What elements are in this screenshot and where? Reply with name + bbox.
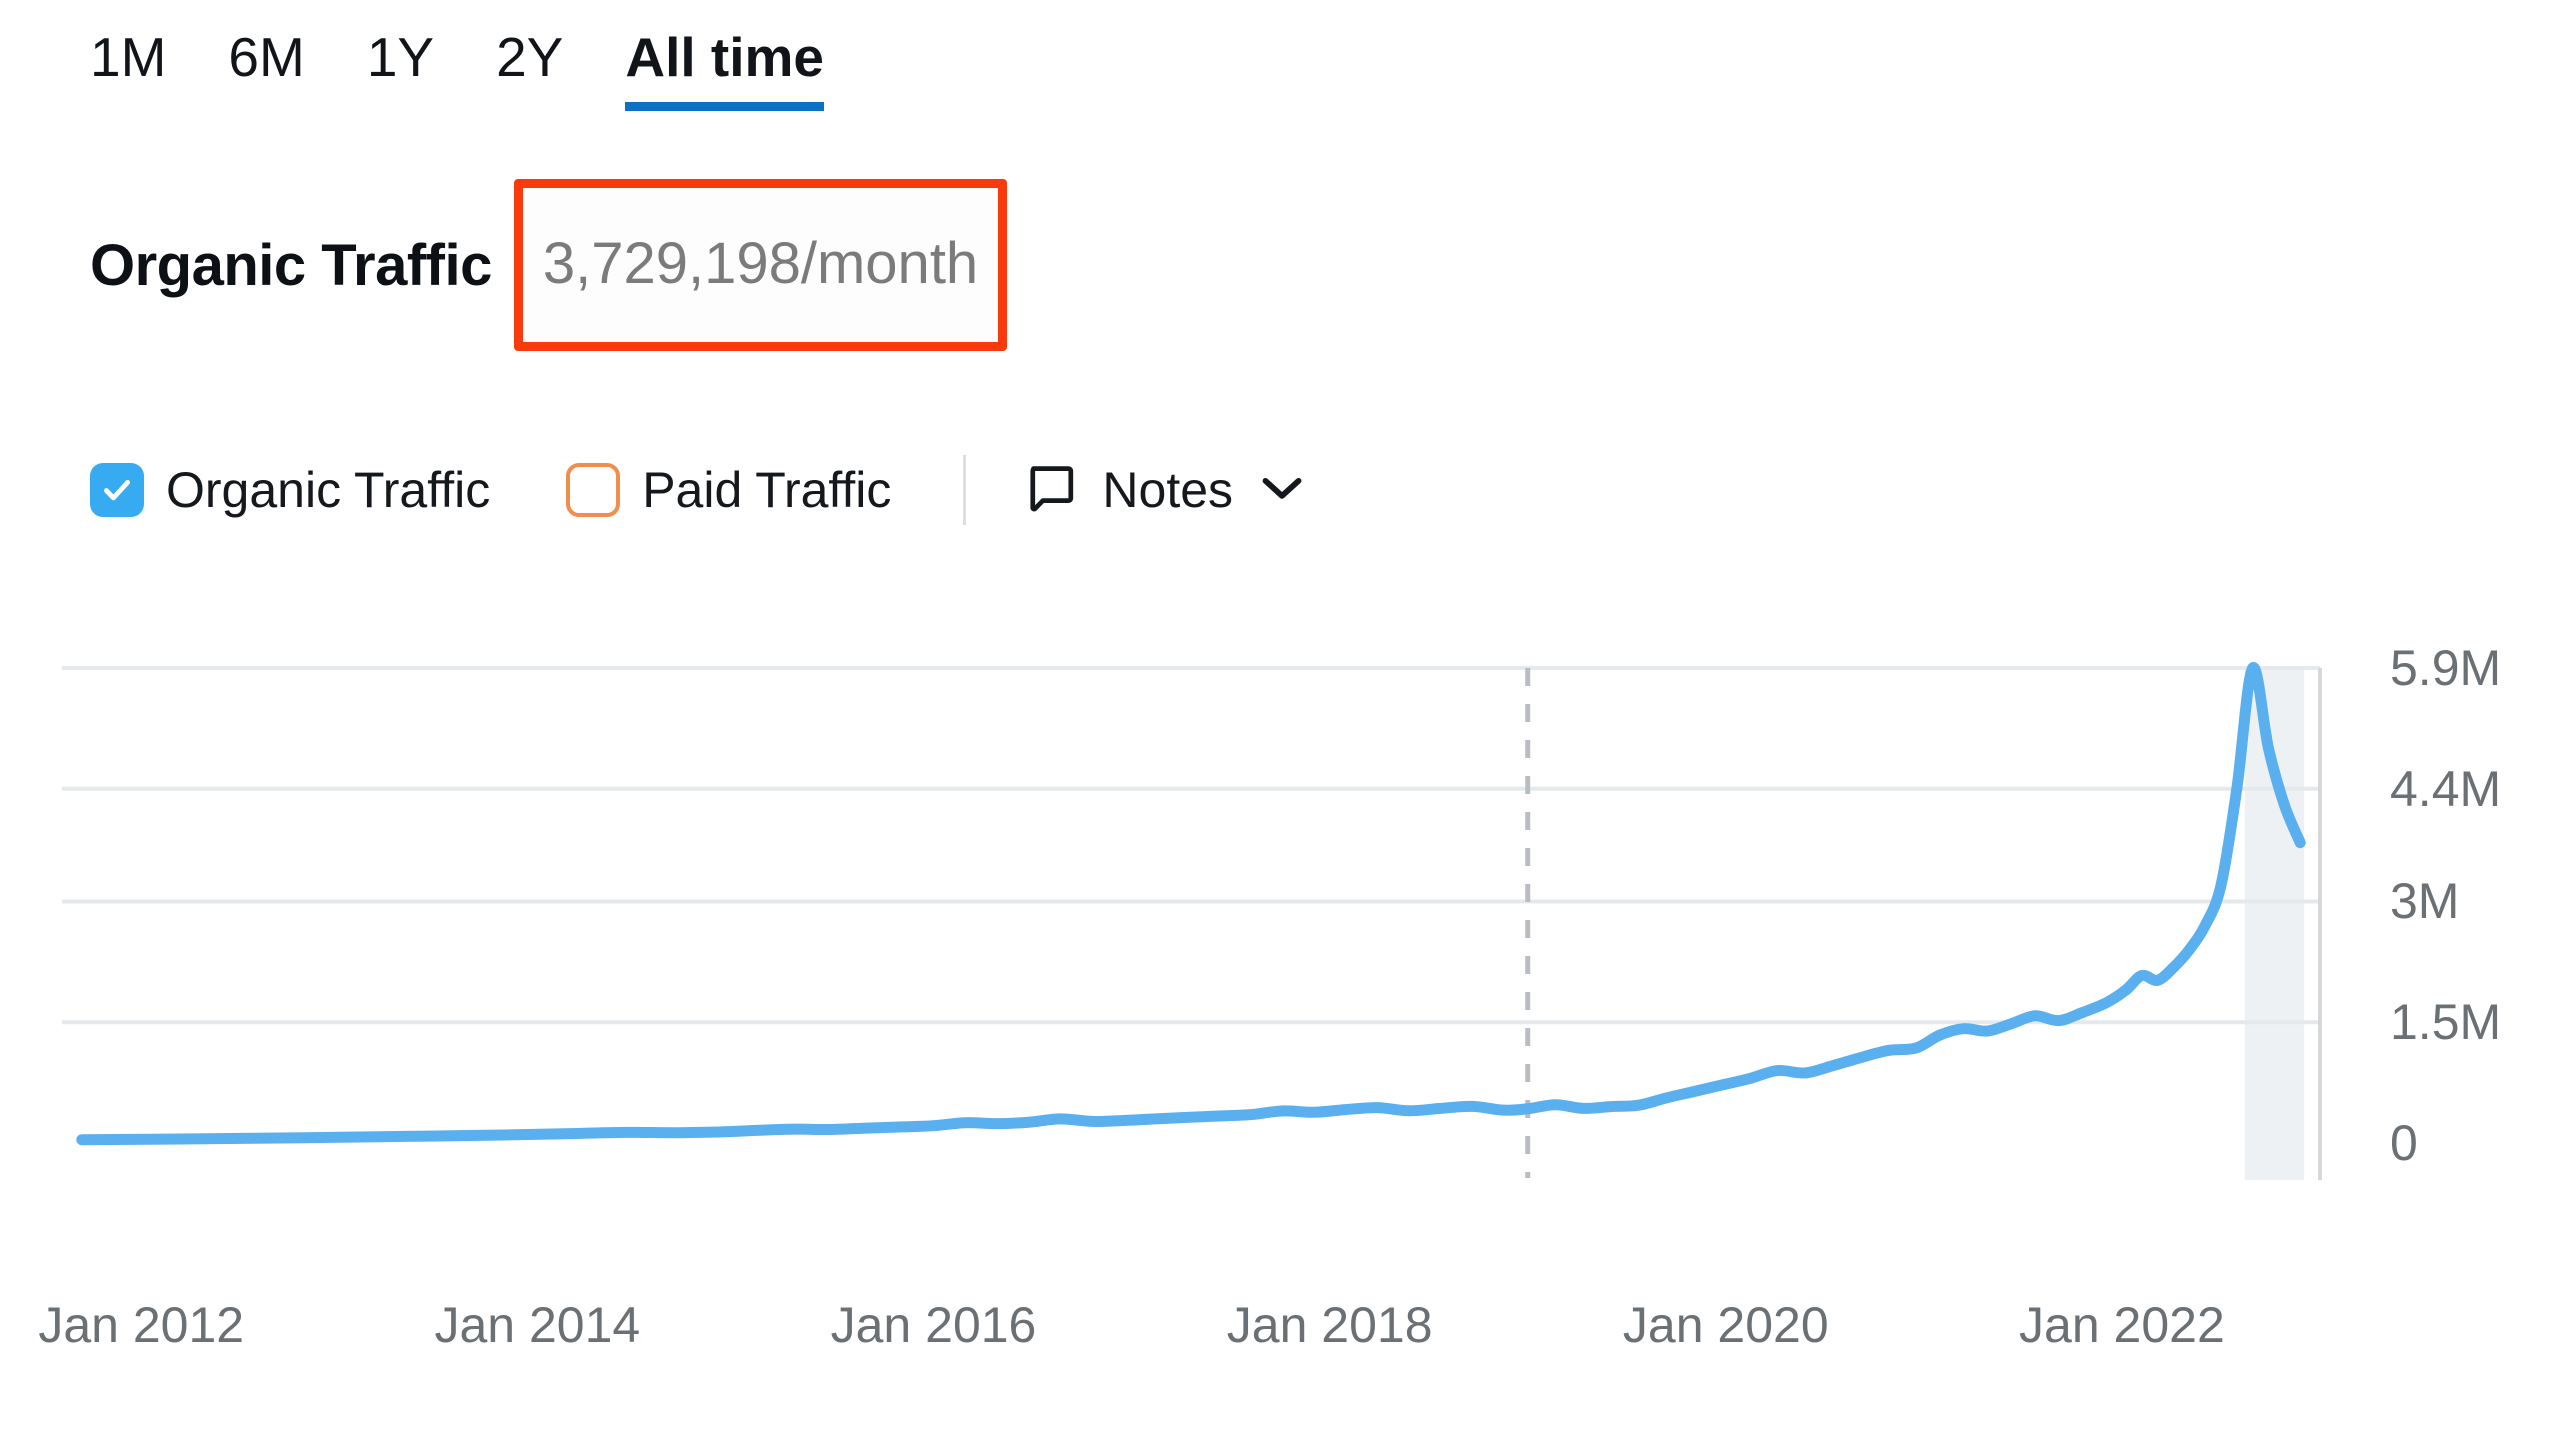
- metric-header: Organic Traffic 3,729,198/month: [90, 210, 1007, 320]
- chart-y-axis-labels: 5.9M 4.4M 3M 1.5M 0: [2390, 620, 2560, 1180]
- y-axis-tick-label: 1.5M: [2390, 997, 2501, 1047]
- x-axis-tick-label: Jan 2012: [38, 1300, 244, 1350]
- tab-2y[interactable]: 2Y: [496, 30, 563, 111]
- legend-item-paid-traffic[interactable]: Paid Traffic: [566, 461, 891, 519]
- legend-divider: [963, 455, 966, 525]
- organic-traffic-series-line: [82, 668, 2300, 1140]
- legend-label-paid-traffic: Paid Traffic: [642, 461, 891, 519]
- y-axis-tick-label: 5.9M: [2390, 643, 2501, 693]
- organic-traffic-chart[interactable]: [0, 620, 2560, 1180]
- chart-gridlines: [62, 668, 2320, 1022]
- organic-traffic-value: 3,729,198/month: [543, 230, 978, 297]
- x-axis-tick-label: Jan 2014: [434, 1300, 640, 1350]
- chart-x-axis-labels: Jan 2012 Jan 2014 Jan 2016 Jan 2018 Jan 2020…: [0, 1300, 2560, 1370]
- y-axis-tick-label: 0: [2390, 1118, 2418, 1168]
- notes-dropdown-button[interactable]: Notes: [1024, 461, 1305, 520]
- tab-1m[interactable]: 1M: [90, 30, 166, 111]
- chart-canvas[interactable]: [0, 620, 2560, 1180]
- tab-1y[interactable]: 1Y: [367, 30, 434, 111]
- paid-traffic-checkbox[interactable]: [566, 463, 620, 517]
- chart-legend-controls: Organic Traffic Paid Traffic Notes: [90, 455, 1305, 525]
- legend-item-organic-traffic[interactable]: Organic Traffic: [90, 461, 490, 519]
- notes-label: Notes: [1102, 461, 1233, 519]
- x-axis-tick-label: Jan 2022: [2019, 1300, 2225, 1350]
- note-bubble-icon: [1024, 461, 1078, 520]
- tab-all-time[interactable]: All time: [625, 30, 824, 111]
- x-axis-tick-label: Jan 2016: [831, 1300, 1037, 1350]
- metric-value-highlight-box: 3,729,198/month: [514, 179, 1007, 351]
- x-axis-tick-label: Jan 2020: [1623, 1300, 1829, 1350]
- organic-traffic-checkbox[interactable]: [90, 463, 144, 517]
- tab-6m[interactable]: 6M: [228, 30, 304, 111]
- y-axis-tick-label: 4.4M: [2390, 764, 2501, 814]
- check-icon: [100, 473, 134, 507]
- chevron-down-icon: [1259, 473, 1305, 508]
- legend-label-organic-traffic: Organic Traffic: [166, 461, 490, 519]
- page-title: Organic Traffic: [90, 232, 492, 299]
- time-range-tabs: 1M 6M 1Y 2Y All time: [90, 30, 824, 111]
- x-axis-tick-label: Jan 2018: [1227, 1300, 1433, 1350]
- chart-forecast-band: [2245, 668, 2304, 1180]
- y-axis-tick-label: 3M: [2390, 876, 2459, 926]
